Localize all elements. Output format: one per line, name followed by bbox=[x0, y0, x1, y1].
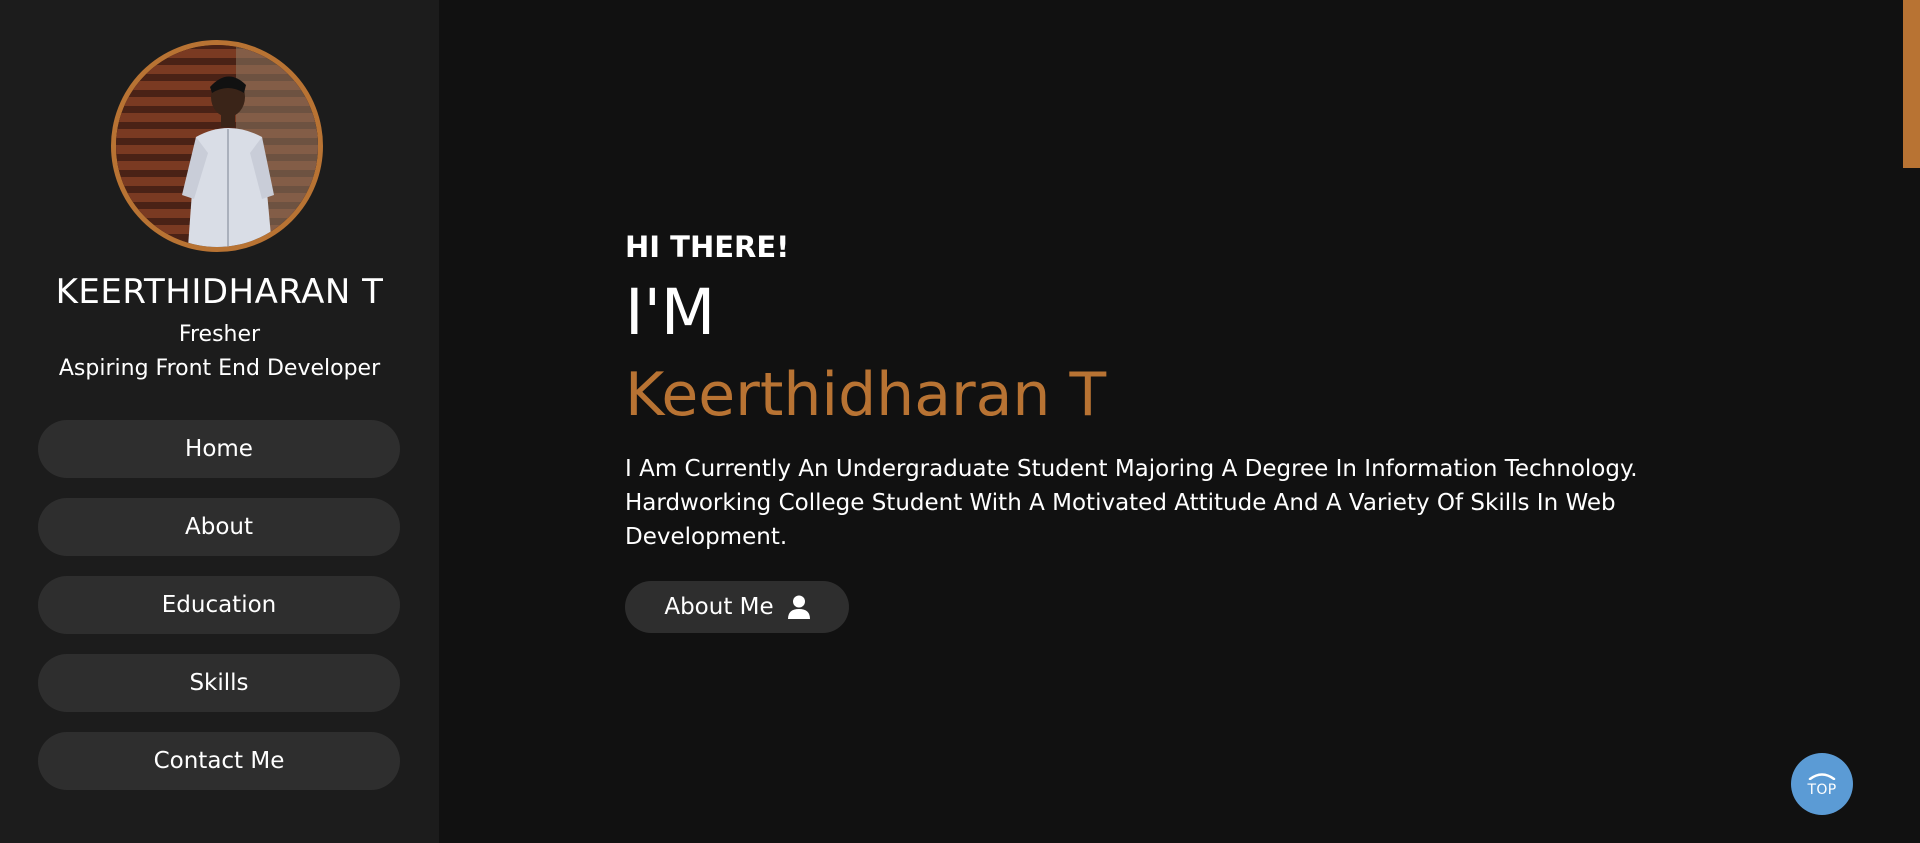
scroll-top-label: TOP bbox=[1807, 782, 1837, 798]
hero-name: Keerthidharan T bbox=[625, 360, 1107, 430]
page: KEERTHIDHARAN T Fresher Aspiring Front E… bbox=[0, 0, 1920, 843]
avatar bbox=[111, 40, 323, 252]
hero-im: I'M bbox=[625, 276, 716, 349]
nav-item-skills[interactable]: Skills bbox=[38, 654, 400, 712]
chevron-up-icon bbox=[1808, 770, 1836, 781]
hero-description: I Am Currently An Undergraduate Student … bbox=[625, 456, 1638, 550]
profile-title: Aspiring Front End Developer bbox=[58, 356, 381, 381]
hero-section: HI THERE! I'M Keerthidharan T I Am Curre… bbox=[625, 0, 1638, 843]
nav-item-about[interactable]: About bbox=[38, 498, 400, 556]
scroll-top-button[interactable]: TOP bbox=[1791, 753, 1853, 815]
about-me-button[interactable]: About Me bbox=[625, 581, 849, 633]
nav-item-home[interactable]: Home bbox=[38, 420, 400, 478]
profile-photo bbox=[116, 45, 318, 247]
sidebar: KEERTHIDHARAN T Fresher Aspiring Front E… bbox=[0, 0, 439, 843]
nav-item-education[interactable]: Education bbox=[38, 576, 400, 634]
about-me-button-label: About Me bbox=[664, 594, 774, 620]
profile-name: KEERTHIDHARAN T bbox=[55, 272, 384, 312]
profile-status: Fresher bbox=[178, 322, 261, 347]
nav-item-contact[interactable]: Contact Me bbox=[38, 732, 400, 790]
sidebar-nav: Home About Education Skills Contact Me bbox=[38, 420, 400, 810]
hero-greeting: HI THERE! bbox=[625, 230, 790, 264]
page-scrollbar[interactable] bbox=[1903, 0, 1920, 843]
user-icon bbox=[787, 595, 810, 619]
scrollbar-thumb[interactable] bbox=[1903, 0, 1920, 168]
